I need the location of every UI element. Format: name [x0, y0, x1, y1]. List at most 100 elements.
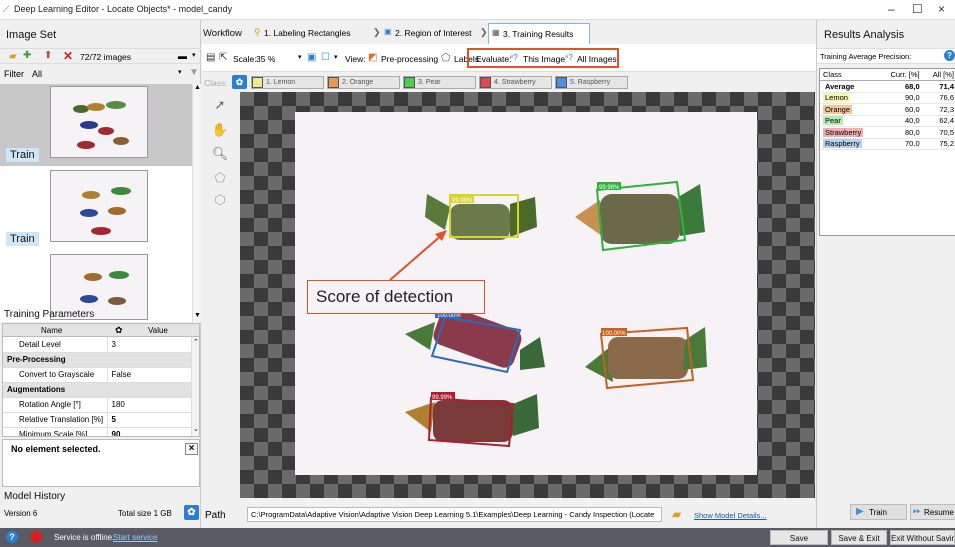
image-set-toolbar: ▰ ✚ ⬆ ✕ 72/72 images ▬ ▾ — [0, 48, 201, 64]
view-label: View: — [345, 54, 366, 64]
results-row[interactable]: Orange 60,0 72,3 — [820, 103, 955, 116]
delete-icon[interactable]: ✕ — [63, 49, 73, 63]
close-icon[interactable]: × — [185, 443, 198, 455]
tab-labeling-rectangles[interactable]: 1. Labeling Rectangles — [264, 28, 350, 38]
results-all-value: 72,3 — [922, 103, 955, 116]
params-scrollbar[interactable]: ⌃ ⌄ — [191, 337, 199, 436]
params-value[interactable]: 180 — [107, 397, 191, 413]
class-color-swatch — [252, 77, 263, 88]
export-icon[interactable]: ⬆ — [44, 50, 52, 61]
params-section-label: Augmentations — [3, 382, 191, 398]
results-row[interactable]: Pear 40,0 62,4 — [820, 115, 955, 127]
pointer-icon[interactable]: ➚ — [210, 95, 230, 115]
params-row[interactable]: Minimum Scale [%] 90 — [3, 427, 191, 436]
path-field[interactable]: C:\ProgramData\Adaptive Vision\Adaptive … — [247, 507, 662, 522]
preprocessing-toggle[interactable]: Pre-processing — [381, 54, 438, 64]
params-body: Detail Level 3 Pre-Processing Convert to Gr… — [3, 337, 191, 436]
close-icon[interactable]: × — [938, 2, 945, 16]
class-button[interactable]: 4. Strawberry — [479, 76, 552, 89]
thumbnail-scrollbar[interactable]: ▲ ▼ — [192, 84, 201, 322]
train-label: Train — [869, 508, 887, 517]
results-all-value: 71,4 — [922, 80, 955, 93]
train-button[interactable]: ▶ Train — [850, 504, 907, 520]
hand-icon[interactable]: ✋ — [210, 120, 230, 140]
evaluate-all-images-button[interactable]: All Images — [577, 54, 617, 64]
params-value[interactable]: False — [107, 367, 191, 383]
folder-icon[interactable]: ▰ — [672, 507, 681, 521]
scroll-down-icon[interactable]: ⌄ — [193, 425, 199, 433]
scroll-down-icon[interactable]: ▼ — [194, 312, 201, 319]
params-section-row: Augmentations — [3, 382, 191, 398]
thumbnail-item[interactable]: Train — [0, 168, 192, 250]
image-canvas[interactable]: 99.99% 99.98% 100.00% 100.00% 99.99% Sco… — [240, 92, 815, 498]
save-exit-button[interactable]: Save & Exit — [831, 530, 887, 545]
results-class-name: Pear — [823, 116, 843, 126]
labels-icon[interactable]: ⬠ — [441, 51, 451, 64]
scroll-up-icon[interactable]: ⌃ — [193, 338, 199, 346]
chevron-down-icon[interactable]: ▾ — [298, 53, 302, 61]
save-icon[interactable]: ▬ — [178, 51, 187, 61]
erase-shape-icon[interactable]: ⬡ — [210, 190, 230, 210]
fit-icon[interactable]: ▤ — [206, 52, 215, 63]
params-row[interactable]: Rotation Angle [°] 180 — [3, 397, 191, 413]
funnel-icon[interactable]: ▼ — [189, 67, 199, 78]
results-curr-value: 80,0 — [878, 126, 923, 139]
minimize-icon[interactable]: – — [888, 2, 895, 16]
results-row[interactable]: Raspberry 70,0 75,2 — [820, 138, 955, 150]
params-row[interactable]: Relative Translation [%] 5 — [3, 412, 191, 428]
maximize-icon[interactable]: ☐ — [912, 2, 923, 16]
chevron-down-icon[interactable]: ▾ — [334, 53, 338, 61]
results-curr-value: 90,0 — [878, 92, 923, 104]
tab-region-of-interest[interactable]: 2. Region of Interest — [395, 28, 472, 38]
show-model-details-link[interactable]: Show Model Details... — [694, 511, 767, 520]
filter-select[interactable]: All — [32, 69, 42, 79]
service-status-icon — [30, 531, 42, 543]
help-icon[interactable]: ? — [6, 531, 18, 543]
help-icon[interactable]: ? — [944, 50, 955, 61]
start-service-link[interactable]: Start service — [113, 533, 157, 542]
class-button[interactable]: 3. Pear — [403, 76, 476, 89]
params-value[interactable]: 5 — [107, 412, 191, 428]
results-row[interactable]: Strawberry 80,0 70,5 — [820, 126, 955, 139]
results-all-value: 70,5 — [922, 126, 955, 139]
add-image-icon[interactable]: ✚ — [23, 50, 31, 61]
class-button[interactable]: 1. Lemon — [251, 76, 324, 89]
class-settings-gear-icon[interactable]: ✿ — [232, 75, 247, 89]
results-row[interactable]: Lemon 90,0 76,6 — [820, 92, 955, 104]
exit-without-saving-button[interactable]: Exit Without Saving — [890, 530, 955, 545]
preprocessing-icon[interactable]: ◩ — [368, 52, 377, 63]
results-row[interactable]: Average 68,0 71,4 — [820, 80, 955, 93]
tab-training-results-label: 3. Training Results — [503, 29, 574, 39]
training-params-table: Name ✿ Value Detail Level 3 Pre-Processing… — [2, 323, 200, 437]
candy-pear — [575, 184, 705, 244]
params-value[interactable]: 90 — [107, 427, 191, 436]
class-button[interactable]: 2. Orange — [327, 76, 400, 89]
tab-training-results[interactable]: ▦ 3. Training Results — [488, 23, 590, 44]
path-row: Path C:\ProgramData\Adaptive Vision\Adap… — [202, 500, 816, 530]
results-header-row: Class Curr. [%] All [%] — [820, 69, 955, 81]
image-set-header: Image Set — [6, 29, 57, 41]
settings-gear-icon[interactable]: ✿ — [184, 505, 199, 520]
scale-select[interactable]: 35 % — [256, 54, 275, 64]
evaluate-this-image-button[interactable]: This Image — [523, 54, 565, 64]
params-row[interactable]: Convert to Grayscale False — [3, 367, 191, 383]
class-button[interactable]: 5. Raspberry — [555, 76, 628, 89]
fast-forward-icon: ⏩︎ — [913, 506, 921, 517]
chevron-right-icon: ❯ — [480, 27, 488, 37]
thumbnail-selected[interactable]: Train — [0, 84, 192, 166]
view-toolbar: ▤ ⇱ Scale: 35 % ▾ ▣ ☐ ▾ View: ◩ Pre-proc… — [202, 44, 816, 72]
chevron-down-icon[interactable]: ▾ — [192, 51, 196, 59]
save-button[interactable]: Save — [770, 530, 828, 545]
resume-button[interactable]: ⏩︎ Resume — [910, 504, 955, 520]
zoom-icon[interactable]: 🔍︎ — [210, 144, 230, 164]
image-view-icon[interactable]: ▣ — [307, 52, 316, 63]
open-folder-icon[interactable]: ▰ — [9, 51, 17, 62]
params-col-value: Value — [148, 326, 168, 335]
scale-icon[interactable]: ⇱ — [219, 52, 227, 63]
params-row[interactable]: Detail Level 3 — [3, 337, 191, 353]
draw-shape-icon[interactable]: ⬠ — [210, 168, 230, 188]
scroll-up-icon[interactable]: ▲ — [194, 84, 201, 91]
overlay-icon[interactable]: ☐ — [321, 52, 330, 63]
filter-dropdown-icon[interactable]: ▾ — [178, 68, 182, 76]
params-value[interactable]: 3 — [107, 337, 191, 353]
